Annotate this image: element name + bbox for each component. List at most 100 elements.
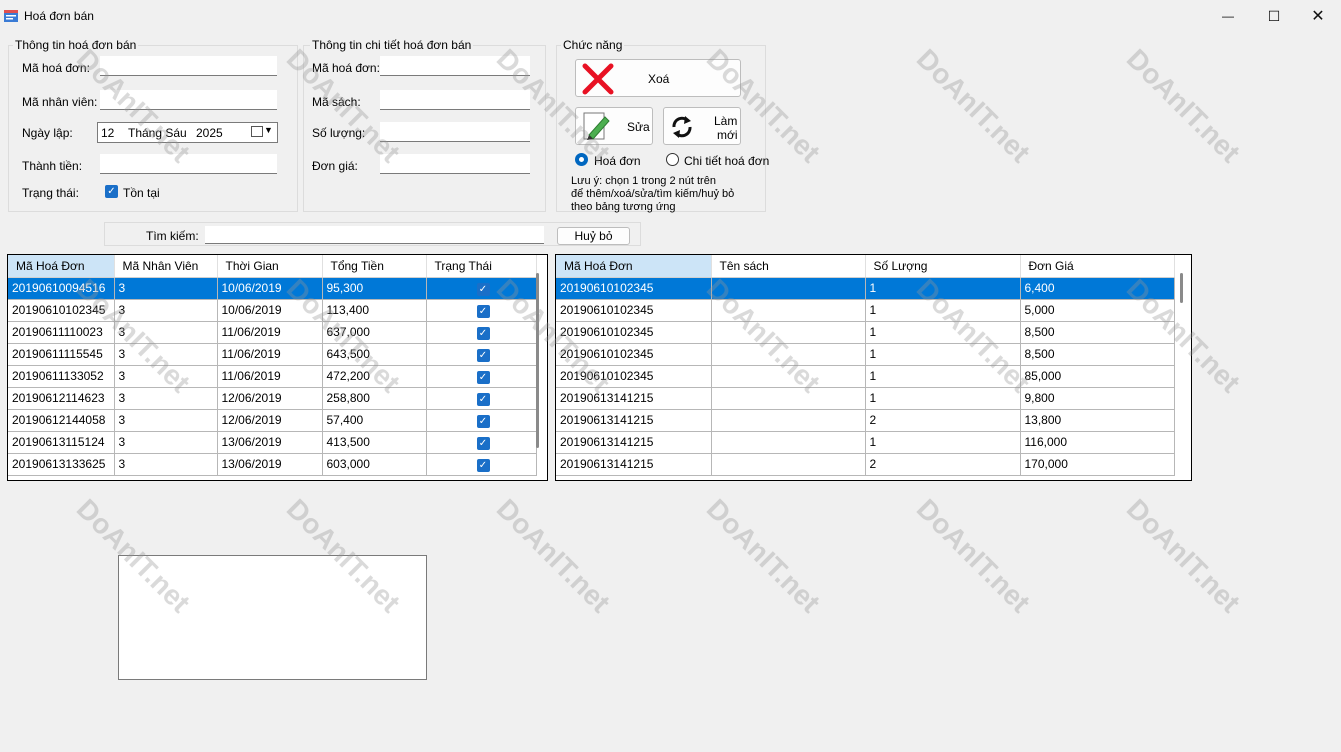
delete-button[interactable]: Xoá [575,59,741,97]
cell: 20190613141215 [556,387,712,410]
table-row[interactable]: 20190611115545 3 11/06/2019 643,500 ✓ [8,343,537,366]
table-row[interactable]: 20190613141215 2 170,000 [556,453,1175,476]
status-cell[interactable]: ✓ [426,409,537,432]
refresh-button[interactable]: Làm mới [663,107,741,145]
note-line-2: để thêm/xoá/sửa/tìm kiếm/huỷ bỏ [571,188,735,200]
ton-tai-label: Tồn tại [123,186,160,200]
search-input[interactable] [205,226,544,244]
col-ma-hd[interactable]: Mã Hoá Đơn [8,255,115,278]
col-ten-sach[interactable]: Tên sách [711,255,866,278]
status-checkbox[interactable]: ✓ [476,326,490,340]
col-thoi-gian[interactable]: Thời Gian [217,255,323,278]
refresh-label-2: mới [717,128,738,142]
table-row[interactable]: 20190610102345 3 10/06/2019 113,400 ✓ [8,299,537,322]
col-trang-thai[interactable]: Trạng Thái [426,255,537,278]
cancel-search-button[interactable]: Huỷ bỏ [557,227,630,245]
minimize-icon: — [1222,9,1234,23]
status-checkbox[interactable]: ✓ [476,436,490,450]
cell: 8,500 [1020,343,1175,366]
cell: 603,000 [322,453,427,476]
status-cell[interactable]: ✓ [426,453,537,476]
status-checkbox[interactable]: ✓ [476,458,490,472]
ma-nv-input[interactable] [100,90,277,110]
radio-detail[interactable] [666,153,679,166]
table-row[interactable]: 20190613141215 1 9,800 [556,387,1175,410]
close-button[interactable]: ✕ [1295,0,1341,32]
status-cell[interactable]: ✓ [426,299,537,322]
maximize-button[interactable]: ☐ [1251,0,1297,32]
cell: 13/06/2019 [217,431,323,454]
col-so-luong[interactable]: Số Lượng [865,255,1021,278]
maximize-icon: ☐ [1267,7,1281,24]
invoice-scrollbar[interactable] [536,273,539,448]
table-row[interactable]: 20190610102345 1 8,500 [556,343,1175,366]
cell: 3 [114,409,218,432]
table-row[interactable]: 20190610102345 1 8,500 [556,321,1175,344]
table-row[interactable]: 20190611133052 3 11/06/2019 472,200 ✓ [8,365,537,388]
ton-tai-checkbox[interactable]: ✓ [105,185,118,198]
table-row[interactable]: 20190613141215 1 116,000 [556,431,1175,454]
status-checkbox[interactable]: ✓ [476,392,490,406]
cell: 20190610102345 [8,299,115,322]
cell: 3 [114,365,218,388]
table-row[interactable]: 20190610102345 1 85,000 [556,365,1175,388]
radio-invoice[interactable] [575,153,588,166]
table-row[interactable]: 20190611110023 3 11/06/2019 637,000 ✓ [8,321,537,344]
status-checkbox[interactable]: ✓ [476,348,490,362]
status-checkbox[interactable]: ✓ [476,304,490,318]
status-cell[interactable]: ✓ [426,431,537,454]
watermark: DoAnIT.net [1120,42,1247,169]
detail-ma-hd-input[interactable] [380,56,530,76]
status-cell[interactable]: ✓ [426,365,537,388]
cell: 20190610102345 [556,321,712,344]
calendar-icon[interactable] [251,126,263,137]
ngay-lap-datepicker[interactable]: 12 Tháng Sáu 2025 ▼ [97,122,278,143]
cell: 3 [114,431,218,454]
table-row[interactable]: 20190610102345 1 5,000 [556,299,1175,322]
cell: 20190613141215 [556,431,712,454]
cell: 1 [865,277,1021,300]
status-checkbox[interactable]: ✓ [476,370,490,384]
table-row[interactable]: 20190612144058 3 12/06/2019 57,400 ✓ [8,409,537,432]
detail-scrollbar[interactable] [1180,273,1183,303]
status-checkbox[interactable]: ✓ [476,414,490,428]
invoice-table[interactable]: Mã Hoá Đơn Mã Nhân Viên Thời Gian Tổng T… [7,254,548,481]
cell: 20190610102345 [556,277,712,300]
cell: 20190610094516 [8,277,115,300]
cell: 1 [865,387,1021,410]
edit-button[interactable]: Sửa [575,107,653,145]
status-cell[interactable]: ✓ [426,343,537,366]
status-cell[interactable]: ✓ [426,321,537,344]
col-don-gia[interactable]: Đơn Giá [1020,255,1175,278]
minimize-button[interactable]: — [1205,0,1251,32]
table-row[interactable]: 20190610102345 1 6,400 [556,277,1175,300]
ma-hd-input[interactable] [100,56,277,76]
note-line-1: Lưu ý: chọn 1 trong 2 nút trên [571,175,716,187]
cell: 11/06/2019 [217,321,323,344]
thanh-tien-input[interactable] [100,154,277,174]
cell: 20190613141215 [556,409,712,432]
cell: 258,800 [322,387,427,410]
so-luong-input[interactable] [380,122,530,142]
ma-sach-label: Mã sách: [312,95,361,109]
don-gia-input[interactable] [380,154,530,174]
status-cell[interactable]: ✓ [426,277,537,300]
status-cell[interactable]: ✓ [426,387,537,410]
col-ma-nv[interactable]: Mã Nhân Viên [114,255,218,278]
col-tong-tien[interactable]: Tổng Tiền [322,255,427,278]
table-row[interactable]: 20190613115124 3 13/06/2019 413,500 ✓ [8,431,537,454]
table-row[interactable]: 20190612114623 3 12/06/2019 258,800 ✓ [8,387,537,410]
dropdown-arrow-icon[interactable]: ▼ [264,125,273,135]
table-row[interactable]: 20190613141215 2 13,800 [556,409,1175,432]
status-checkbox[interactable]: ✓ [476,282,490,296]
table-row[interactable]: 20190613133625 3 13/06/2019 603,000 ✓ [8,453,537,476]
ma-sach-input[interactable] [380,90,530,110]
cell: 1 [865,365,1021,388]
cell: 413,500 [322,431,427,454]
cell [711,321,866,344]
col-detail-ma-hd[interactable]: Mã Hoá Đơn [556,255,712,278]
search-label: Tìm kiếm: [146,229,199,243]
table-row[interactable]: 20190610094516 3 10/06/2019 95,300 ✓ [8,277,537,300]
watermark: DoAnIT.net [490,492,617,619]
detail-table[interactable]: Mã Hoá Đơn Tên sách Số Lượng Đơn Giá 201… [555,254,1192,481]
